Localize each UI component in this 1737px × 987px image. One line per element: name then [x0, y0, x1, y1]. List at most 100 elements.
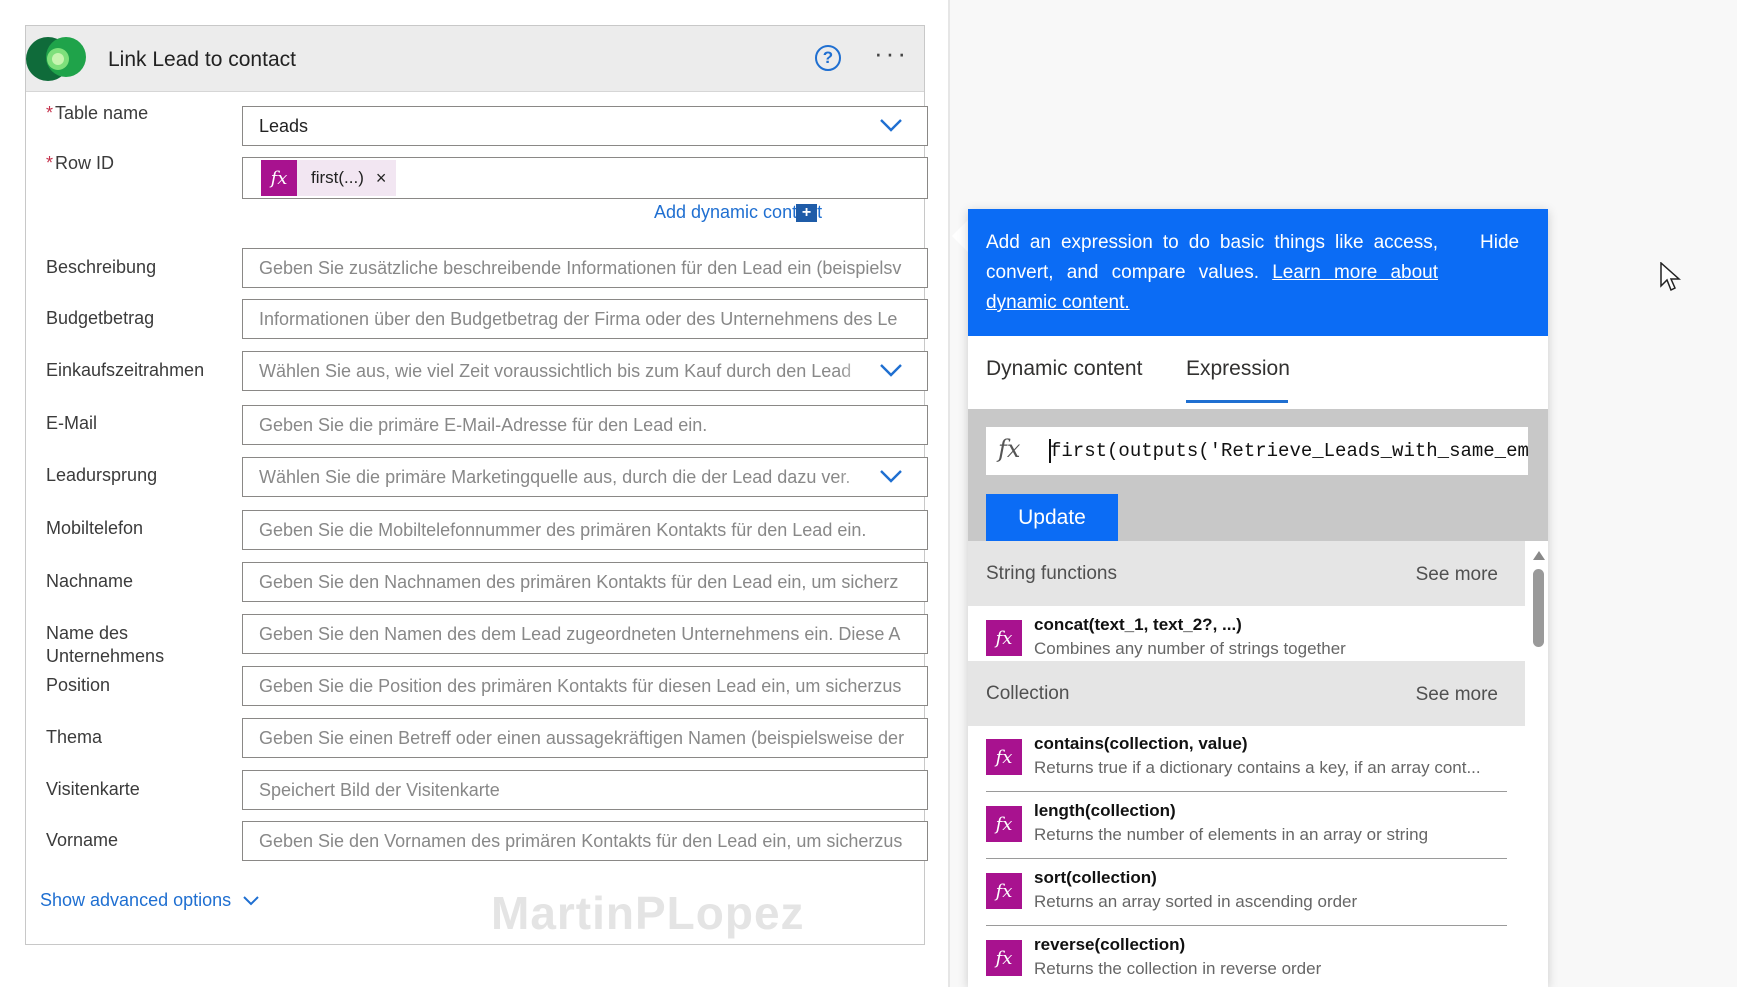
vorname-input[interactable]: Geben Sie den Vornamen des primären Kont…	[242, 821, 928, 861]
watermark-text: MartinPLopez	[491, 887, 805, 939]
function-description: Combines any number of strings together	[1034, 639, 1346, 658]
function-name: length(collection)	[1034, 801, 1176, 820]
leadursprung-placeholder: Wählen Sie die primäre Marketingquelle a…	[259, 467, 851, 487]
table-name-value: Leads	[259, 116, 309, 136]
budgetbetrag-input[interactable]: Informationen über den Budgetbetrag der …	[242, 299, 928, 339]
function-item-length[interactable]: fx length(collection) Returns the number…	[986, 792, 1507, 859]
einkaufszeitrahmen-select[interactable]: Wählen Sie aus, wie viel Zeit voraussich…	[242, 351, 928, 391]
email-placeholder: Geben Sie die primäre E-Mail-Adresse für…	[259, 415, 708, 435]
expression-value: first(outputs('Retrieve_Leads_with_same_…	[1050, 440, 1528, 462]
vorname-placeholder: Geben Sie den Vornamen des primären Kont…	[259, 831, 903, 851]
function-name: contains(collection, value)	[1034, 734, 1248, 753]
expression-token[interactable]: fx first(...) ×	[261, 160, 397, 196]
action-card-header[interactable]: Link Lead to contact ? ···	[26, 26, 924, 92]
fx-icon: fx	[261, 160, 297, 196]
chevron-down-icon	[880, 119, 902, 132]
mobiltelefon-input[interactable]: Geben Sie die Mobiltelefonnummer des pri…	[242, 510, 928, 550]
fx-icon: fx	[986, 806, 1022, 842]
hide-button[interactable]: Hide	[1480, 228, 1519, 258]
function-item-reverse[interactable]: fx reverse(collection) Returns the colle…	[986, 926, 1507, 987]
fx-icon: fx	[998, 435, 1021, 463]
name-des-unternehmens-placeholder: Geben Sie den Namen des dem Lead zugeord…	[259, 624, 901, 644]
function-item-sort[interactable]: fx sort(collection) Returns an array sor…	[986, 859, 1507, 926]
see-more-link[interactable]: See more	[1416, 684, 1498, 706]
section-header-collection: Collection See more	[968, 661, 1525, 726]
more-ellipsis-icon[interactable]: ···	[874, 38, 909, 69]
fx-icon: fx	[986, 620, 1022, 656]
expression-editor: fx first(outputs('Retrieve_Leads_with_sa…	[968, 409, 1548, 542]
action-card: Link Lead to contact ? ··· * Table name L…	[25, 25, 928, 945]
see-more-link[interactable]: See more	[1416, 564, 1498, 586]
position-placeholder: Geben Sie die Position des primären Kont…	[259, 676, 902, 696]
panel-pointer	[952, 220, 968, 252]
function-description: Returns the number of elements in an arr…	[1034, 825, 1429, 844]
visitenkarte-label: Visitenkarte	[46, 779, 140, 799]
chevron-down-icon[interactable]	[242, 894, 260, 908]
budgetbetrag-label: Budgetbetrag	[46, 308, 155, 328]
expression-input[interactable]: fx first(outputs('Retrieve_Leads_with_sa…	[986, 427, 1528, 475]
function-name: concat(text_1, text_2?, ...)	[1034, 615, 1242, 634]
dynamic-content-panel: Add an expression to do basic things lik…	[968, 209, 1548, 987]
section-title: Collection	[986, 683, 1070, 704]
nachname-placeholder: Geben Sie den Nachnamen des primären Kon…	[259, 572, 899, 592]
beschreibung-label: Beschreibung	[46, 257, 157, 277]
dataverse-logo-icon	[26, 37, 86, 81]
active-tab-indicator	[1186, 400, 1288, 403]
expression-info-banner: Add an expression to do basic things lik…	[968, 209, 1548, 336]
thema-label: Thema	[46, 727, 103, 747]
position-input[interactable]: Geben Sie die Position des primären Kont…	[242, 666, 928, 706]
leadursprung-select[interactable]: Wählen Sie die primäre Marketingquelle a…	[242, 457, 928, 497]
chevron-down-icon	[879, 361, 903, 379]
fx-icon: fx	[986, 940, 1022, 976]
fx-icon: fx	[986, 739, 1022, 775]
table-name-label: * Table name	[46, 103, 149, 123]
action-card-title: Link Lead to contact	[108, 48, 296, 71]
function-description: Returns true if a dictionary contains a …	[1034, 758, 1481, 777]
name-des-unternehmens-input[interactable]: Geben Sie den Namen des dem Lead zugeord…	[242, 614, 928, 654]
token-label: first(...)	[311, 168, 364, 187]
row-id-input[interactable]: fx first(...) ×	[242, 157, 928, 199]
help-circle-icon[interactable]: ?	[815, 45, 841, 71]
scrollbar-thumb-visual[interactable]	[1533, 569, 1544, 647]
flow-designer-canvas: Link Lead to contact ? ··· * Table name L…	[0, 0, 948, 987]
tab-dynamic-content[interactable]: Dynamic content	[986, 357, 1142, 381]
leadursprung-label: Leadursprung	[46, 465, 158, 485]
section-header-string-functions: String functions See more	[968, 541, 1525, 606]
table-name-select[interactable]: Leads	[242, 106, 928, 146]
position-label: Position	[46, 675, 111, 695]
function-description: Returns an array sorted in ascending ord…	[1034, 892, 1358, 911]
name-des-unternehmens-label: Name des Unternehmens	[46, 623, 165, 666]
section-title: String functions	[986, 563, 1117, 584]
token-remove-icon[interactable]: ×	[376, 168, 387, 189]
thema-input[interactable]: Geben Sie einen Betreff oder einen aussa…	[242, 718, 928, 758]
function-description: Returns the collection in reverse order	[1034, 959, 1322, 978]
nachname-input[interactable]: Geben Sie den Nachnamen des primären Kon…	[242, 562, 928, 602]
nachname-label: Nachname	[46, 571, 134, 591]
visitenkarte-placeholder: Speichert Bild der Visitenkarte	[259, 780, 500, 800]
fx-icon: fx	[986, 873, 1022, 909]
email-input[interactable]: Geben Sie die primäre E-Mail-Adresse für…	[242, 405, 928, 445]
thema-placeholder: Geben Sie einen Betreff oder einen aussa…	[259, 728, 905, 748]
vorname-label: Vorname	[46, 830, 119, 850]
function-list: String functions See more fx concat(text…	[968, 541, 1548, 987]
update-button[interactable]: Update	[986, 494, 1118, 542]
mobiltelefon-placeholder: Geben Sie die Mobiltelefonnummer des pri…	[259, 520, 867, 540]
einkaufszeitrahmen-label: Einkaufszeitrahmen	[46, 360, 205, 380]
row-id-label: * Row ID	[46, 153, 115, 173]
add-dynamic-content-icon[interactable]: +	[796, 204, 817, 222]
email-label: E-Mail	[46, 413, 98, 433]
tab-expression[interactable]: Expression	[1186, 357, 1290, 381]
scroll-up-arrow-icon[interactable]	[1533, 551, 1545, 560]
beschreibung-placeholder: Geben Sie zusätzliche beschreibende Info…	[259, 258, 902, 278]
budgetbetrag-placeholder: Informationen über den Budgetbetrag der …	[259, 309, 898, 329]
mouse-pointer-icon	[1660, 262, 1681, 292]
function-item-contains[interactable]: fx contains(collection, value) Returns t…	[986, 725, 1507, 792]
function-name: sort(collection)	[1034, 868, 1157, 887]
mobiltelefon-label: Mobiltelefon	[46, 518, 144, 538]
chevron-down-icon	[879, 467, 903, 485]
visitenkarte-input[interactable]: Speichert Bild der Visitenkarte	[242, 770, 928, 810]
function-name: reverse(collection)	[1034, 935, 1186, 954]
beschreibung-input[interactable]: Geben Sie zusätzliche beschreibende Info…	[242, 248, 928, 288]
show-advanced-options-link[interactable]: Show advanced options	[40, 890, 231, 911]
einkaufszeitrahmen-placeholder: Wählen Sie aus, wie viel Zeit voraussich…	[259, 361, 852, 381]
